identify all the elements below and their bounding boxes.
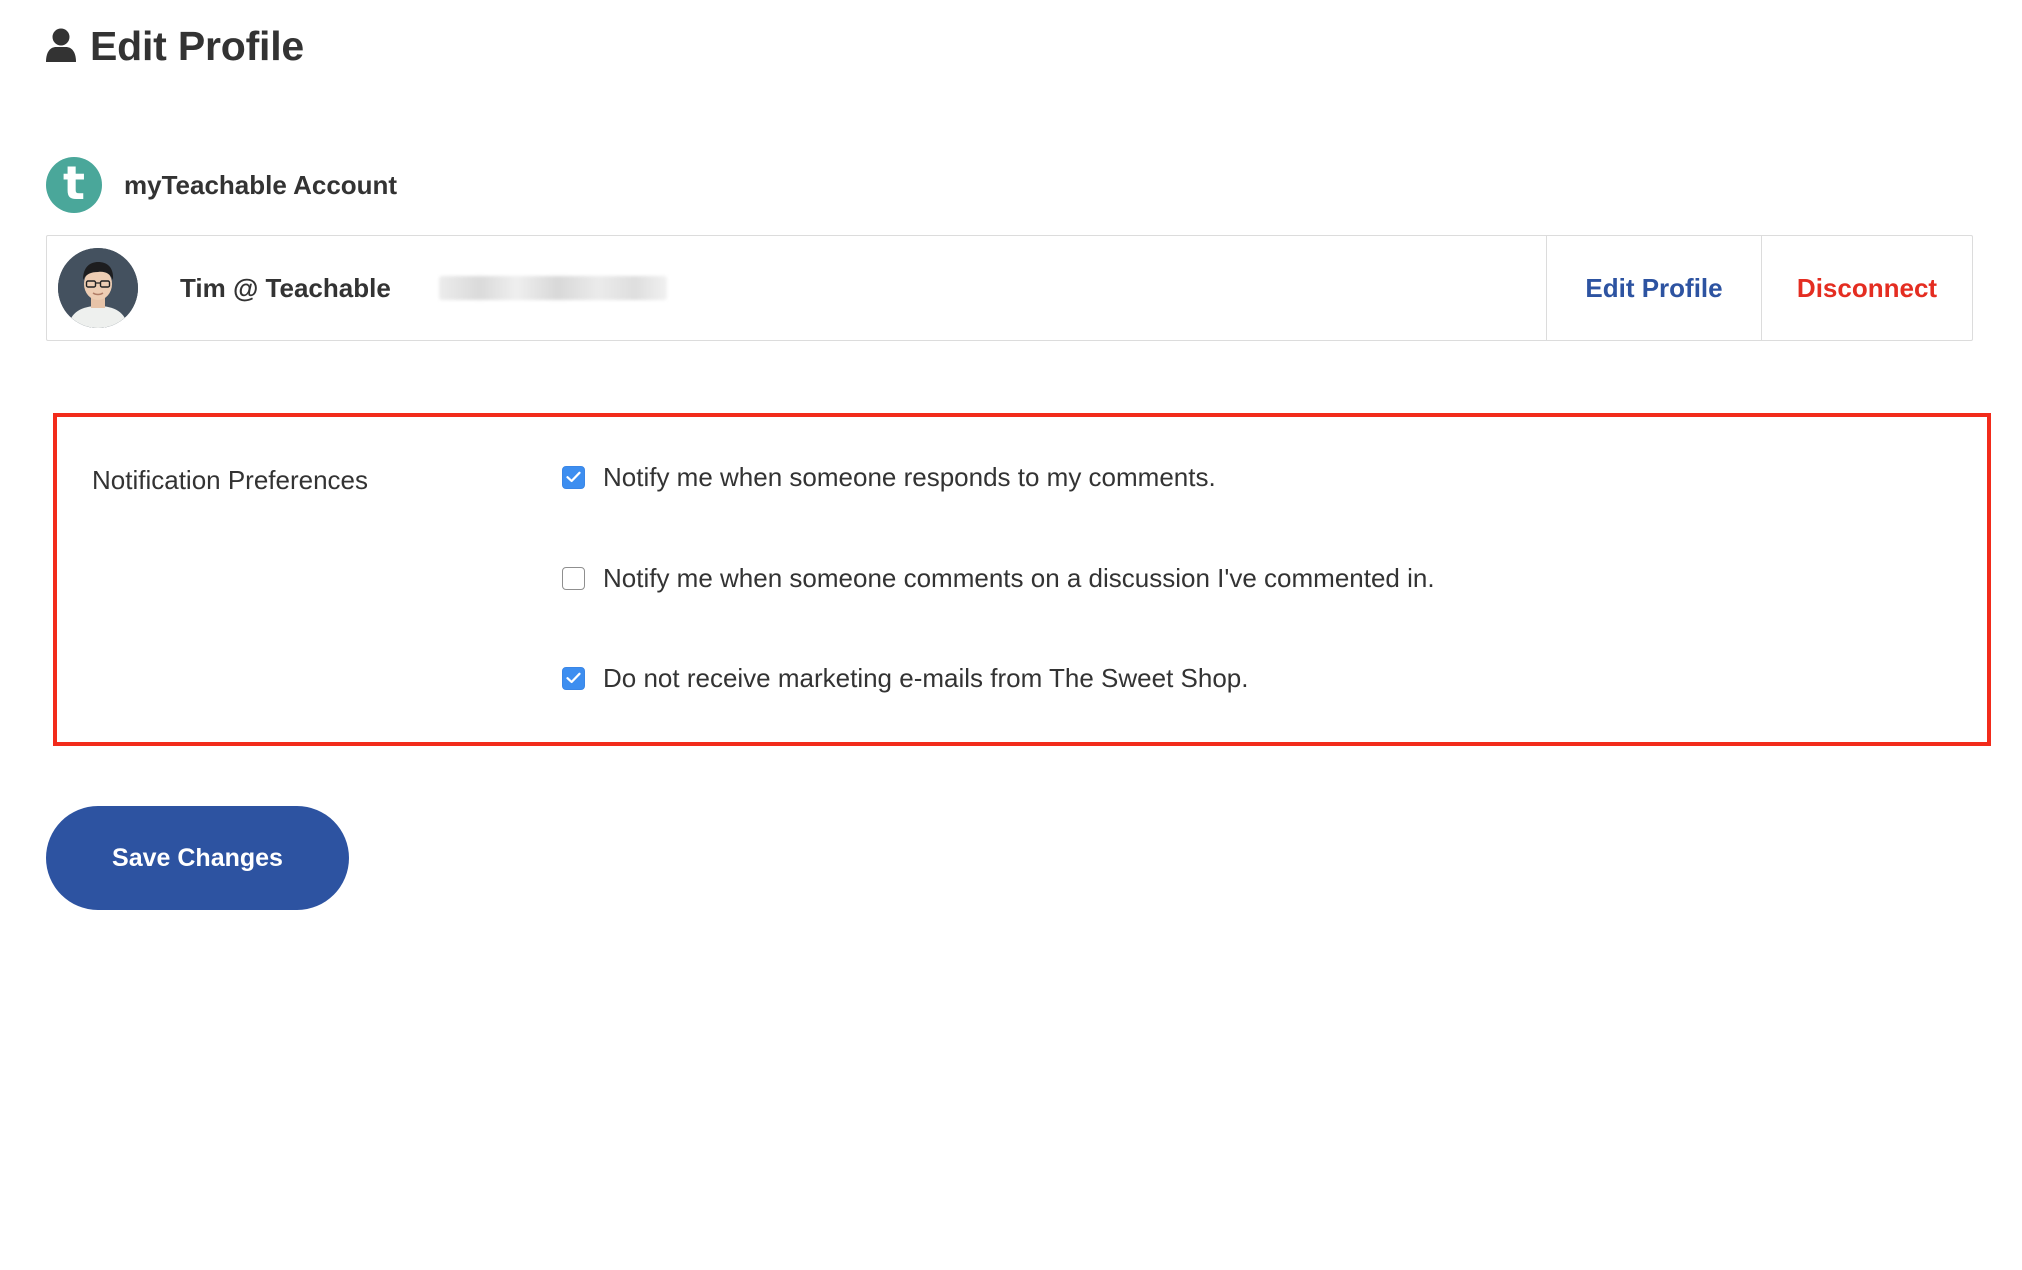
pref-marketing-checkbox[interactable] [562,666,585,690]
teachable-logo: t [46,157,102,213]
account-user-name: Tim @ Teachable [180,272,391,303]
pref-discussion-comments[interactable]: Notify me when someone comments on a dis… [562,561,1435,595]
pref-discussion-checkbox[interactable] [562,566,585,590]
notification-preferences-section: Notification Preferences Notify me when … [53,413,1991,746]
account-header: t myTeachable Account [46,157,397,213]
pref-responds-label: Notify me when someone responds to my co… [603,462,1216,492]
page-header: Edit Profile [46,18,304,74]
pref-responds-to-comments[interactable]: Notify me when someone responds to my co… [562,460,1216,494]
user-icon [46,28,76,64]
account-card: Tim @ Teachable Edit Profile Disconnect [46,235,1973,341]
edit-profile-button[interactable]: Edit Profile [1546,236,1761,340]
pref-marketing-label: Do not receive marketing e-mails from Th… [603,663,1249,693]
pref-discussion-label: Notify me when someone comments on a dis… [603,563,1435,593]
notification-preferences-label: Notification Preferences [92,465,369,495]
pref-no-marketing-emails[interactable]: Do not receive marketing e-mails from Th… [562,661,1248,695]
save-changes-button[interactable]: Save Changes [46,806,349,910]
avatar [58,248,138,328]
pref-responds-checkbox[interactable] [562,465,585,489]
page-title: Edit Profile [90,22,305,69]
redacted-email [438,276,667,300]
account-title: myTeachable Account [124,169,398,200]
account-user: Tim @ Teachable [47,236,1546,340]
disconnect-button[interactable]: Disconnect [1761,236,1972,340]
